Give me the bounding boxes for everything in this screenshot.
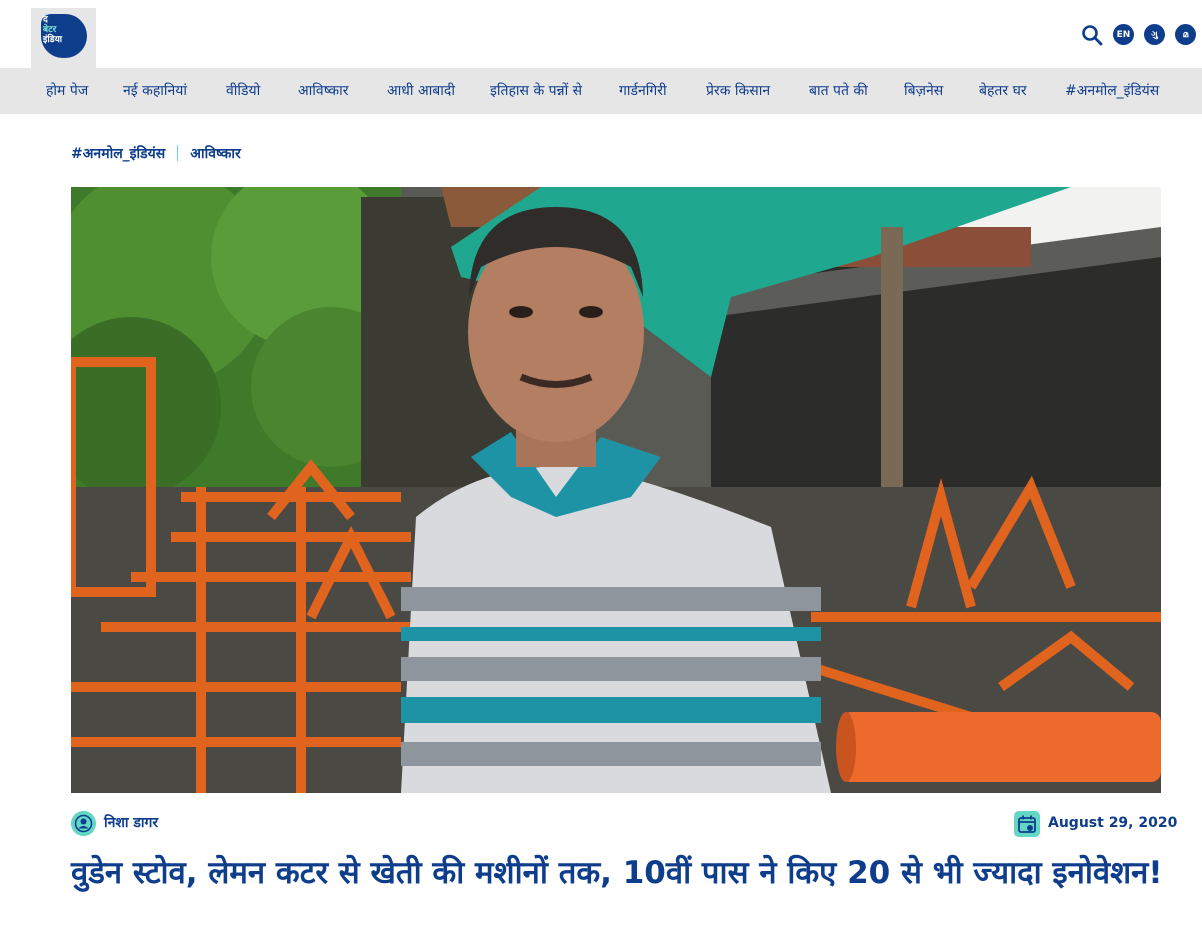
language-malayalam-button[interactable]: മ	[1175, 24, 1196, 45]
nav-item-anmol-indians[interactable]: #अनमोल_इंडियंस	[1065, 68, 1159, 114]
article-author[interactable]: निशा डागर	[104, 813, 158, 832]
article-title: वुडेन स्टोव, लेमन कटर से खेती की मशीनों …	[71, 855, 1163, 891]
site-logo[interactable]: द बेटर इंडिया	[31, 8, 96, 68]
nav-item-talk[interactable]: बात पते की	[809, 68, 868, 114]
main-nav: होम पेज नई कहानियां वीडियो आविष्कार आधी …	[0, 68, 1202, 114]
search-icon[interactable]	[1081, 24, 1103, 46]
nav-item-better-home[interactable]: बेहतर घर	[979, 68, 1027, 114]
nav-item-business[interactable]: बिज़नेस	[904, 68, 943, 114]
calendar-icon	[1014, 811, 1040, 837]
breadcrumb: #अनमोल_इंडियंस आविष्कार	[71, 142, 241, 164]
article-date: August 29, 2020	[1048, 815, 1178, 831]
breadcrumb-tag-anmol-indians[interactable]: #अनमोल_इंडियंस	[71, 144, 165, 163]
breadcrumb-divider	[177, 145, 179, 161]
nav-item-history[interactable]: इतिहास के पन्नों से	[490, 68, 582, 114]
user-icon	[71, 811, 96, 836]
nav-item-videos[interactable]: वीडियो	[226, 68, 260, 114]
nav-item-women[interactable]: आधी आबादी	[387, 68, 455, 114]
nav-item-innovation[interactable]: आविष्कार	[298, 68, 348, 114]
article-hero-image	[71, 187, 1161, 793]
language-gujarati-button[interactable]: ગુ	[1144, 24, 1165, 45]
breadcrumb-tag-innovation[interactable]: आविष्कार	[190, 144, 240, 163]
logo-line-2: बेटर	[43, 25, 57, 35]
logo-line-1: द	[43, 15, 48, 25]
nav-item-gardening[interactable]: गार्डनगिरी	[619, 68, 667, 114]
language-en-button[interactable]: EN	[1113, 24, 1134, 45]
site-header: द बेटर इंडिया EN ગુ മ	[0, 0, 1202, 68]
nav-item-farmers[interactable]: प्रेरक किसान	[706, 68, 770, 114]
nav-item-home[interactable]: होम पेज	[46, 68, 88, 114]
hero-photo-illustration	[71, 187, 1161, 793]
nav-item-new-stories[interactable]: नई कहानियां	[123, 68, 187, 114]
logo-line-3: इंडिया	[43, 35, 63, 45]
logo-text: द बेटर इंडिया	[43, 15, 62, 45]
